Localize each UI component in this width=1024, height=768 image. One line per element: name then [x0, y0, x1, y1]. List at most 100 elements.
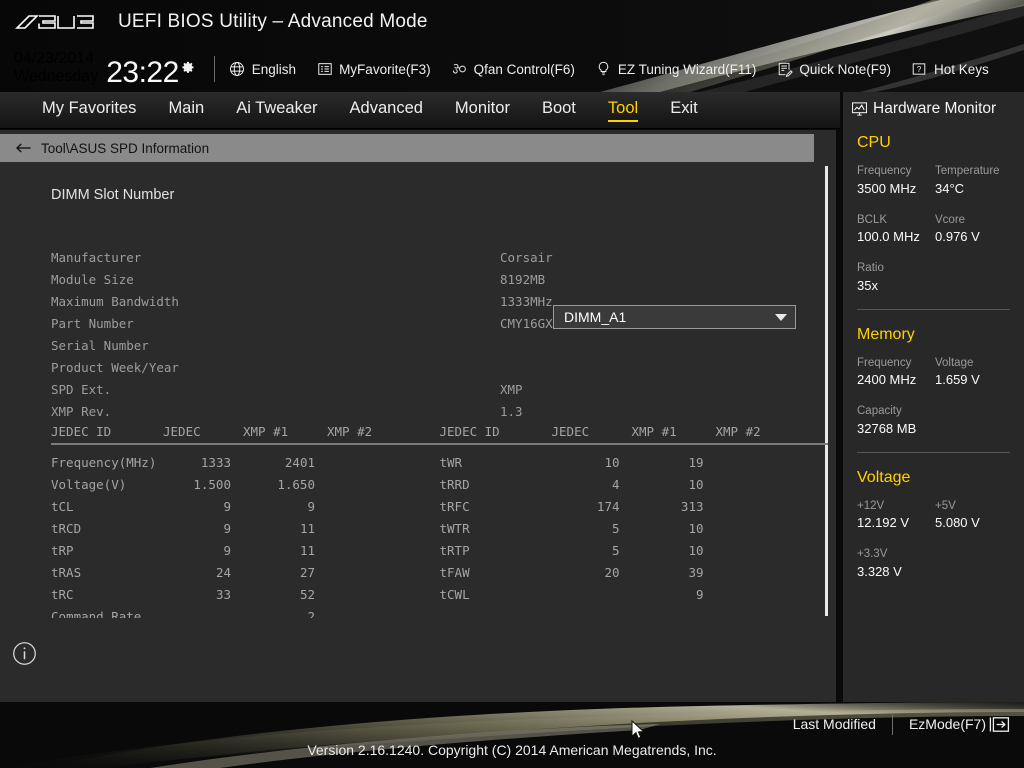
language-label: English: [251, 61, 297, 77]
spd-panel-body: DIMM Slot Number Manufacturer Corsair Mo…: [0, 166, 828, 618]
cell-jedec: 4: [611, 476, 620, 492]
cell-jedec: 1333: [200, 454, 231, 470]
ez-tuning-wizard-button[interactable]: EZ Tuning Wizard(F11): [595, 61, 756, 78]
tab-ai-tweaker[interactable]: Ai Tweaker: [236, 99, 317, 122]
gear-icon[interactable]: [180, 60, 196, 76]
cell-xmp1: 2: [307, 608, 315, 619]
hw-metric-label: Frequency: [857, 356, 912, 369]
cell-xmp1: 11: [299, 542, 315, 558]
hw-metric-value: 32768 MB: [857, 420, 917, 436]
column-header: XMP #2: [715, 423, 761, 439]
hw-metric-label: Capacity: [857, 405, 902, 418]
info-key: SPD Ext.: [51, 381, 112, 397]
myfavorite-button[interactable]: MyFavorite(F3): [316, 61, 431, 78]
mouse-cursor: [631, 719, 647, 742]
hw-metric-label: +3.3V: [857, 548, 888, 561]
tab-exit[interactable]: Exit: [670, 99, 698, 122]
cell-jedec: 20: [604, 564, 620, 580]
hw-metric: +5V 5.080 V: [935, 498, 1013, 534]
list-item: Module Size 8192MB: [0, 268, 828, 290]
bios-screen: UEFI BIOS Utility – Advanced Mode 04/23/…: [0, 0, 1024, 768]
header-info-row: 04/23/2014 Wednesday 23:22 English MyFav…: [0, 46, 1024, 92]
timing-table-right: JEDEC ID JEDEC XMP #1 XMP #2 tWR 10 19 t…: [439, 421, 829, 618]
cell-name: Voltage(V): [51, 476, 127, 492]
hw-metric-value: 3.328 V: [857, 563, 902, 579]
quick-note-label: Quick Note(F9): [799, 61, 891, 77]
cell-xmp1: 27: [299, 564, 315, 580]
tab-my-favorites[interactable]: My Favorites: [42, 99, 136, 122]
table-rule: [439, 443, 828, 445]
table-row: tRFC 174 313: [440, 495, 829, 517]
column-header: JEDEC ID: [51, 423, 112, 439]
language-button[interactable]: English: [229, 61, 296, 78]
dimm-slot-select[interactable]: DIMM_A1: [553, 305, 796, 329]
tab-advanced[interactable]: Advanced: [350, 99, 423, 122]
hw-metric: Vcore 0.976 V: [935, 212, 1013, 248]
date-text: 04/23/2014: [14, 50, 95, 68]
hw-row: Capacity 32768 MB: [857, 403, 1024, 439]
timing-table-left: JEDEC ID JEDEC XMP #1 XMP #2 Frequency(M…: [51, 421, 440, 618]
table-row: tRC 33 52: [51, 583, 440, 605]
qfan-control-button[interactable]: Qfan Control(F6): [451, 61, 575, 78]
datetime-display: 04/23/2014 Wednesday 23:22: [14, 50, 196, 88]
hw-metric: +12V 12.192 V: [857, 498, 935, 534]
hw-section-voltage: Voltage +12V 12.192 V +5V 5.080 V +3.3V …: [843, 469, 1024, 582]
cell-name: tRAS: [51, 564, 82, 580]
info-value: XMP: [500, 381, 523, 397]
list-item: Product Week/Year: [0, 356, 828, 378]
hot-keys-button[interactable]: ? Hot Keys: [911, 61, 989, 78]
list-icon: [316, 61, 333, 78]
hw-section-cpu: CPU Frequency 3500 MHz Temperature 34°C …: [843, 134, 1024, 296]
hw-metric-value: 100.0 MHz: [857, 229, 920, 245]
table-row: tCL 9 9: [51, 495, 440, 517]
ezmode-label: EzMode(F7): [908, 716, 986, 732]
hw-section-memory: Memory Frequency 2400 MHz Voltage 1.659 …: [843, 326, 1024, 439]
tab-tool[interactable]: Tool: [607, 99, 639, 122]
info-key: Serial Number: [51, 337, 149, 353]
info-key: Module Size: [51, 271, 134, 287]
header-title-row: UEFI BIOS Utility – Advanced Mode: [0, 0, 1024, 44]
cell-xmp1: 9: [307, 498, 315, 514]
list-item: XMP Rev. 1.3: [0, 400, 828, 422]
hw-metric-value: 0.976 V: [935, 229, 980, 245]
hw-row: BCLK 100.0 MHz Vcore 0.976 V: [857, 212, 1024, 248]
question-box-icon: ?: [911, 61, 928, 78]
hw-metric-label: BCLK: [857, 213, 888, 226]
hw-metric-label: Vcore: [935, 213, 966, 226]
bios-version-text: Version 2.16.1240. Copyright (C) 2014 Am…: [307, 742, 717, 758]
content-panel: Tool\ASUS SPD Information DIMM Slot Numb…: [0, 130, 836, 702]
quick-note-button[interactable]: Quick Note(F9): [776, 61, 891, 78]
main-tab-bar: My Favorites Main Ai Tweaker Advanced Mo…: [0, 92, 840, 129]
tab-boot[interactable]: Boot: [542, 99, 576, 122]
dimm-slot-row: DIMM Slot Number: [0, 176, 828, 214]
hw-row: Frequency 2400 MHz Voltage 1.659 V: [857, 355, 1024, 391]
hw-metric-label: +12V: [857, 499, 885, 512]
arrow-left-icon[interactable]: [14, 139, 32, 157]
hw-metric: Capacity 32768 MB: [857, 403, 935, 439]
help-description-area: [0, 622, 836, 702]
table-row: tRTP 5 10: [440, 539, 829, 561]
cell-name: tWR: [439, 454, 463, 470]
cell-xmp1: 313: [680, 498, 704, 514]
tab-main[interactable]: Main: [168, 99, 204, 122]
column-header: JEDEC: [163, 423, 201, 439]
ezmode-button[interactable]: EzMode(F7): [909, 716, 1010, 733]
hw-metric-value: 5.080 V: [935, 515, 980, 531]
cell-name: tWTR: [439, 520, 470, 536]
column-header: JEDEC: [551, 423, 590, 439]
cell-name: tCL: [51, 498, 74, 514]
cell-xmp1: 11: [299, 520, 315, 536]
cell-name: tFAW: [439, 564, 470, 580]
qfan-label: Qfan Control(F6): [473, 61, 575, 77]
tab-monitor[interactable]: Monitor: [455, 99, 510, 122]
info-circle-icon[interactable]: [12, 641, 37, 666]
cell-jedec: 9: [223, 498, 231, 514]
column-header: XMP #1: [631, 423, 677, 439]
header-divider: [213, 56, 215, 82]
last-modified-button[interactable]: Last Modified: [793, 716, 876, 732]
cell-xmp1: 10: [688, 520, 704, 536]
table-row: Command Rate 2: [51, 605, 440, 619]
cell-jedec: 24: [215, 564, 231, 580]
table-header-row: JEDEC ID JEDEC XMP #1 XMP #2: [440, 421, 829, 441]
note-icon: [776, 61, 793, 78]
